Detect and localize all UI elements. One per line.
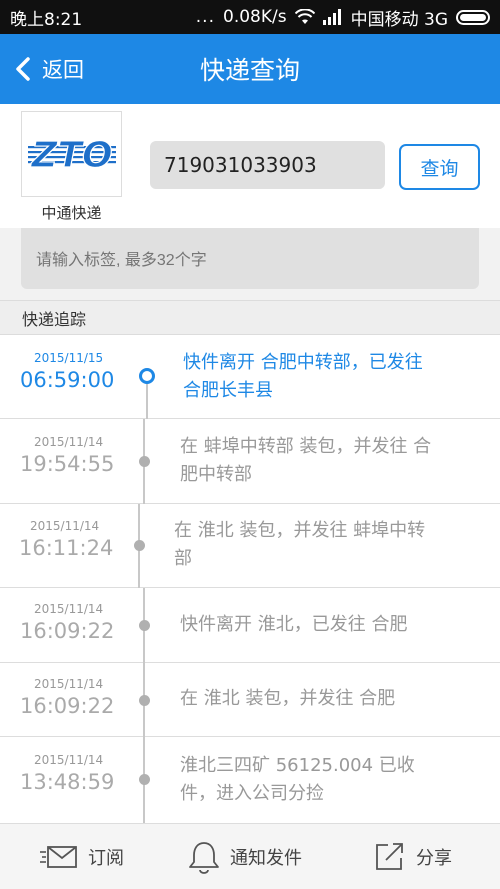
tag-input[interactable] [21, 228, 479, 289]
event-date: 2015/11/14 [34, 435, 104, 449]
event-desc: 在 淮北 装包，并发往 合肥 [180, 685, 395, 713]
timeline-dot [139, 620, 150, 631]
company-logo[interactable]: ZTO [21, 111, 122, 197]
timeline-current-dot [139, 368, 155, 384]
notify-label: 通知发件 [230, 848, 302, 869]
timeline-row: 2015/11/14 16:09:22 快件离开 淮北，已发往 合肥 [0, 588, 500, 663]
event-date: 2015/11/14 [34, 753, 104, 767]
event-date: 2015/11/14 [34, 602, 104, 616]
query-button[interactable]: 查询 [399, 144, 480, 190]
event-desc-line1: 快件离开 合肥中转部，已发往 [183, 352, 423, 373]
share-label: 分享 [416, 848, 452, 869]
timeline-line [146, 383, 148, 419]
carrier-label: 中国移动 3G [350, 9, 448, 30]
back-label: 返回 [42, 58, 84, 82]
timeline-row: 2015/11/14 19:54:55 在 蚌埠中转部 装包，并发往 合 肥中转… [0, 419, 500, 504]
wifi-icon [294, 9, 315, 24]
battery-icon [456, 9, 490, 25]
event-desc-line2: 肥中转部 [180, 464, 252, 485]
timeline-dot [134, 540, 145, 551]
event-time: 19:54:55 [20, 452, 115, 476]
back-button[interactable]: 返回 [10, 34, 84, 104]
event-desc: 快件离开 淮北，已发往 合肥 [180, 611, 407, 639]
query-panel: ZTO 中通快递 查询 [0, 104, 500, 228]
timeline-row: 2015/11/14 16:11:24 在 淮北 装包，并发往 蚌埠中转 部 [0, 504, 500, 588]
zto-logo: ZTO [27, 134, 116, 177]
event-date: 2015/11/15 [34, 351, 104, 365]
timeline-dot [139, 695, 150, 706]
share-icon [376, 843, 403, 870]
status-bar: 晚上8:21 ... 0.08K/s 中国移动 3G [0, 0, 500, 34]
event-time: 06:59:00 [20, 368, 115, 392]
event-desc-line2: 合肥长丰县 [183, 380, 273, 401]
bell-icon [189, 842, 219, 874]
status-dots: ... [195, 7, 215, 27]
envelope-icon [40, 846, 77, 868]
network-speed: 0.08K/s [223, 7, 287, 27]
timeline-dot [139, 456, 150, 467]
event-desc: 在 淮北 装包，并发往 蚌埠中转 部 [174, 517, 425, 573]
event-desc-line1: 在 蚌埠中转部 装包，并发往 合 [180, 436, 432, 457]
event-date: 2015/11/14 [34, 677, 104, 691]
event-desc-line1: 快件离开 淮北，已发往 合肥 [180, 614, 408, 635]
status-time: 晚上8:21 [10, 9, 83, 30]
company-name: 中通快递 [41, 204, 102, 222]
event-desc: 淮北三四矿 56125.004 已收 件，进入公司分捡 [180, 752, 415, 808]
timeline-row: 2015/11/15 06:59:00 快件离开 合肥中转部，已发往 合肥长丰县 [0, 335, 500, 419]
event-desc-line1: 在 淮北 装包，并发往 蚌埠中转 [174, 520, 426, 541]
app-header: 返回 快递查询 [0, 34, 500, 104]
notify-button[interactable]: 通知发件 [188, 824, 302, 889]
event-desc-line1: 在 淮北 装包，并发往 合肥 [180, 688, 396, 709]
timeline-dot [139, 774, 150, 785]
chevron-left-icon [16, 57, 30, 81]
event-time: 16:09:22 [20, 694, 115, 718]
subscribe-label: 订阅 [88, 848, 124, 869]
logo-text: ZTO [30, 135, 112, 176]
event-desc-line2: 部 [174, 548, 192, 569]
event-time: 16:09:22 [20, 619, 115, 643]
event-desc-line1: 淮北三四矿 56125.004 已收 [180, 755, 415, 776]
subscribe-button[interactable]: 订阅 [40, 824, 124, 889]
share-button[interactable]: 分享 [374, 824, 452, 889]
event-time: 13:48:59 [20, 770, 115, 794]
timeline-row: 2015/11/14 13:48:59 淮北三四矿 56125.004 已收 件… [0, 737, 500, 823]
event-time: 16:11:24 [19, 536, 114, 560]
tracking-timeline: 2015/11/15 06:59:00 快件离开 合肥中转部，已发往 合肥长丰县… [0, 335, 500, 823]
event-desc: 快件离开 合肥中转部，已发往 合肥长丰县 [183, 349, 423, 405]
signal-icon [322, 9, 341, 25]
event-desc: 在 蚌埠中转部 装包，并发往 合 肥中转部 [180, 433, 431, 489]
section-title: 快递追踪 [0, 300, 500, 335]
bottom-toolbar: 订阅 通知发件 分享 [0, 823, 500, 889]
event-date: 2015/11/14 [30, 519, 100, 533]
timeline-row: 2015/11/14 16:09:22 在 淮北 装包，并发往 合肥 [0, 663, 500, 737]
event-desc-line2: 件，进入公司分捡 [180, 783, 324, 804]
tracking-number-input[interactable] [150, 141, 385, 189]
